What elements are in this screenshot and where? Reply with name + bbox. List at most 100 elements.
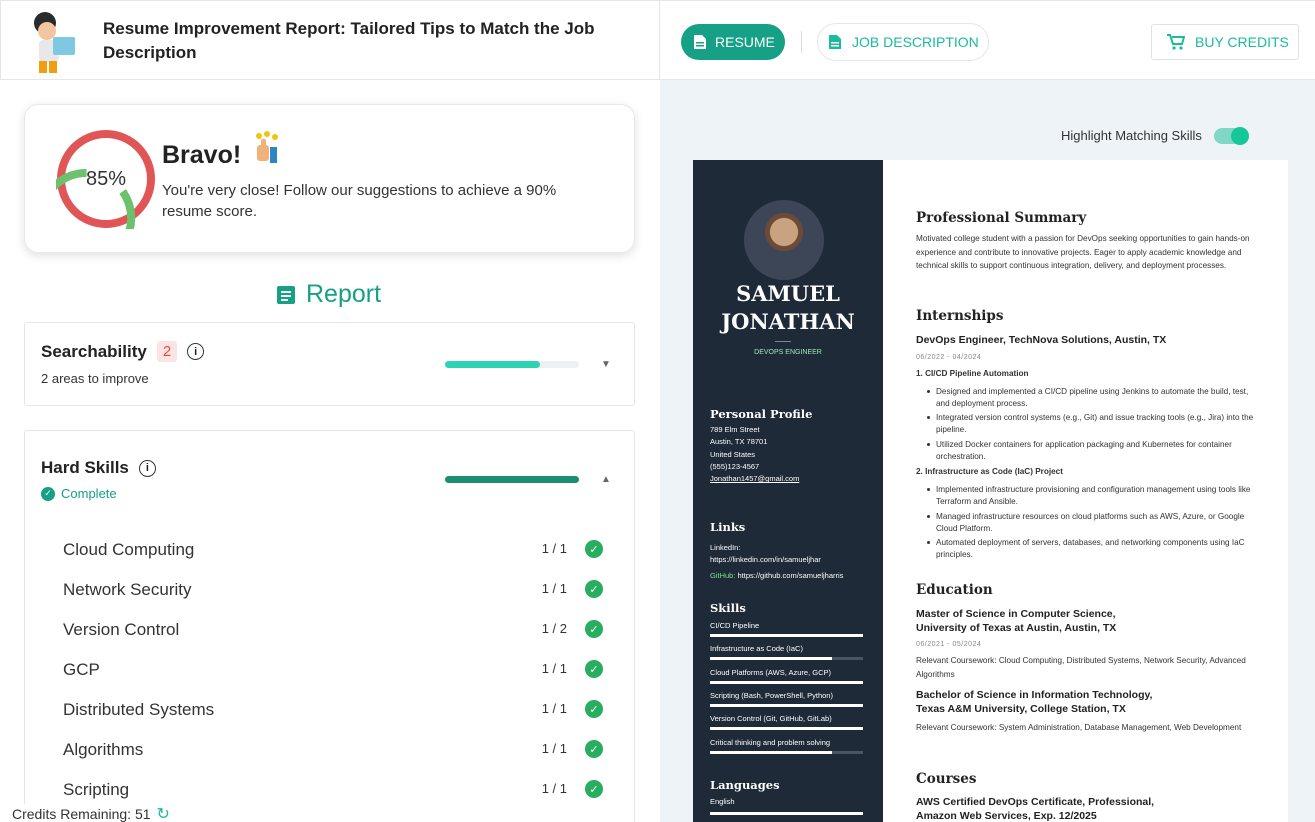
summary-text: Motivated college student with a passion… [916,234,1250,270]
report-header: Resume Improvement Report: Tailored Tips… [0,0,660,80]
skill-name: Scripting [63,780,130,799]
project-2-title: 2. Infrastructure as Code (IaC) Project [916,467,1063,476]
hard-skills-status-label: Complete [61,486,117,501]
github-label: GitHub: [710,570,736,580]
summary-heading: Professional Summary [916,210,1087,226]
buy-credits-button[interactable]: BUY CREDITS [1151,24,1299,60]
tab-resume-label: RESUME [715,34,775,50]
check-circle-icon: ✓ [585,620,603,638]
hard-skills-status: ✓ Complete [41,486,117,501]
credits-remaining: Credits Remaining: 51 ↻ [12,804,176,822]
thumbs-up-icon [256,131,278,163]
personal-profile-details: 789 Elm Street Austin, TX 78701 United S… [710,424,799,485]
hard-skills-panel: Hard Skills i ✓ Complete ▲ Cloud Computi… [24,430,635,822]
searchability-progress-fill [445,361,541,368]
searchability-title: Searchability [41,341,147,361]
degree-1: Master of Science in Computer Science, U… [916,608,1117,634]
resume-skill-level-bar [710,750,863,754]
degree-1-coursework: Relevant Coursework: Cloud Computing, Di… [916,656,1246,679]
tab-job-description[interactable]: JOB DESCRIPTION [817,23,989,61]
resume-pane: RESUME JOB DESCRIPTION BUY CREDITS Highl… [660,0,1315,822]
resume-skill-name: CI/CD Pipeline [710,621,760,630]
resume-role: DEVOPS ENGINEER [754,349,822,356]
resume-skill-level-bar [710,680,863,684]
list-item: Utilized Docker containers for applicati… [927,439,1256,462]
education-heading: Education [916,582,993,598]
document-icon [694,35,706,49]
skill-name: Cloud Computing [63,540,195,559]
searchability-subtitle: 2 areas to improve [41,371,149,386]
personal-profile-heading: Personal Profile [710,407,813,421]
linkedin-link[interactable]: https://linkedin.com/in/samueljhar [710,554,843,566]
resume-skill-level-bar [710,634,863,637]
credits-label: Credits Remaining: 51 [12,806,151,822]
course-item: AWS Certified DevOps Certificate, Profes… [916,796,1155,822]
profile-photo [744,200,824,280]
score-message: You're very close! Follow our suggestion… [162,182,557,220]
hard-skills-title: Hard Skills [41,458,129,477]
resume-last-name: JONATHAN [721,309,855,334]
toggle-knob [1231,127,1249,145]
skill-count: 1 / 2 [541,621,567,636]
resume-skill-level-bar [710,703,863,707]
list-item: Implemented infrastructure provisioning … [927,484,1256,507]
list-item: Managed infrastructure resources on clou… [927,511,1256,534]
skill-row: Distributed Systems 1 / 1 ✓ [63,698,603,722]
courses-heading: Courses [916,771,977,787]
skill-name: Distributed Systems [63,700,215,719]
resume-name: SAMUEL JONATHAN [693,280,883,336]
skill-name: Network Security [63,580,192,599]
github-link[interactable]: https://github.com/samueljharris [738,571,844,580]
searchability-panel[interactable]: Searchability 2 i 2 areas to improve ▼ [24,322,635,406]
address-line: 789 Elm Street [710,425,760,434]
score-percent: 85% [85,167,127,190]
links-list: LinkedIn: https://linkedin.com/in/samuel… [710,542,843,582]
list-item: Automated deployment of servers, databas… [927,537,1256,560]
email-line[interactable]: Jonathan1457@gmail.com [710,473,799,485]
skill-count: 1 / 1 [541,661,567,676]
tab-resume[interactable]: RESUME [681,24,785,60]
country-line: United States [710,449,756,459]
chevron-down-icon[interactable]: ▼ [601,359,611,370]
linkedin-label: LinkedIn: [710,543,741,552]
info-icon[interactable]: i [187,343,205,360]
resume-skill-name: Cloud Platforms (AWS, Azure, GCP) [710,667,832,677]
resume-skill-name: Infrastructure as Code (IaC) [710,644,803,654]
report-title: Report [306,280,382,308]
skill-count: 1 / 1 [541,581,567,596]
refresh-icon[interactable]: ↻ [157,804,170,822]
check-circle-icon: ✓ [585,740,603,758]
degree-2-coursework: Relevant Coursework: System Administrati… [916,723,1242,732]
skills-heading: Skills [710,601,746,615]
report-icon [277,285,295,304]
check-circle-icon: ✓ [585,540,603,558]
internship-dates: 06/2022 - 04/2024 [916,354,982,361]
degree-1-dates: 06/2021 - 05/2024 [916,641,982,648]
resume-skill-level-bar [710,727,863,731]
links-heading: Links [710,520,746,534]
document-icon [829,35,841,49]
info-icon[interactable]: i [138,459,156,477]
skill-row: Scripting 1 / 1 ✓ [63,778,603,802]
check-circle-icon: ✓ [585,780,603,798]
hard-skills-progress-fill [445,476,579,483]
highlight-toggle[interactable] [1214,127,1249,145]
list-item: Integrated version control systems (e.g.… [927,412,1256,435]
hard-skills-progress-bar [445,476,579,483]
chevron-up-icon[interactable]: ▲ [601,474,611,485]
searchability-title-row: Searchability 2 i [41,341,205,362]
skill-count: 1 / 1 [541,741,567,756]
resume-first-name: SAMUEL [736,281,840,306]
skill-name: GCP [63,660,100,679]
resume-sidebar: SAMUEL JONATHAN DEVOPS ENGINEER Personal… [693,160,883,822]
searchability-progress-bar [445,361,579,368]
view-tabs-header: RESUME JOB DESCRIPTION BUY CREDITS [660,0,1315,80]
page-title: Resume Improvement Report: Tailored Tips… [103,19,595,62]
skill-row: GCP 1 / 1 ✓ [63,658,603,682]
resume-document: SAMUEL JONATHAN DEVOPS ENGINEER Personal… [693,160,1288,822]
score-headline: Bravo! [162,141,242,169]
skill-count: 1 / 1 [541,541,567,556]
skill-name: Version Control [63,620,180,639]
resume-skill-name: Scripting (Bash, PowerShell, Python) [710,690,833,700]
check-circle-icon: ✓ [585,700,603,718]
